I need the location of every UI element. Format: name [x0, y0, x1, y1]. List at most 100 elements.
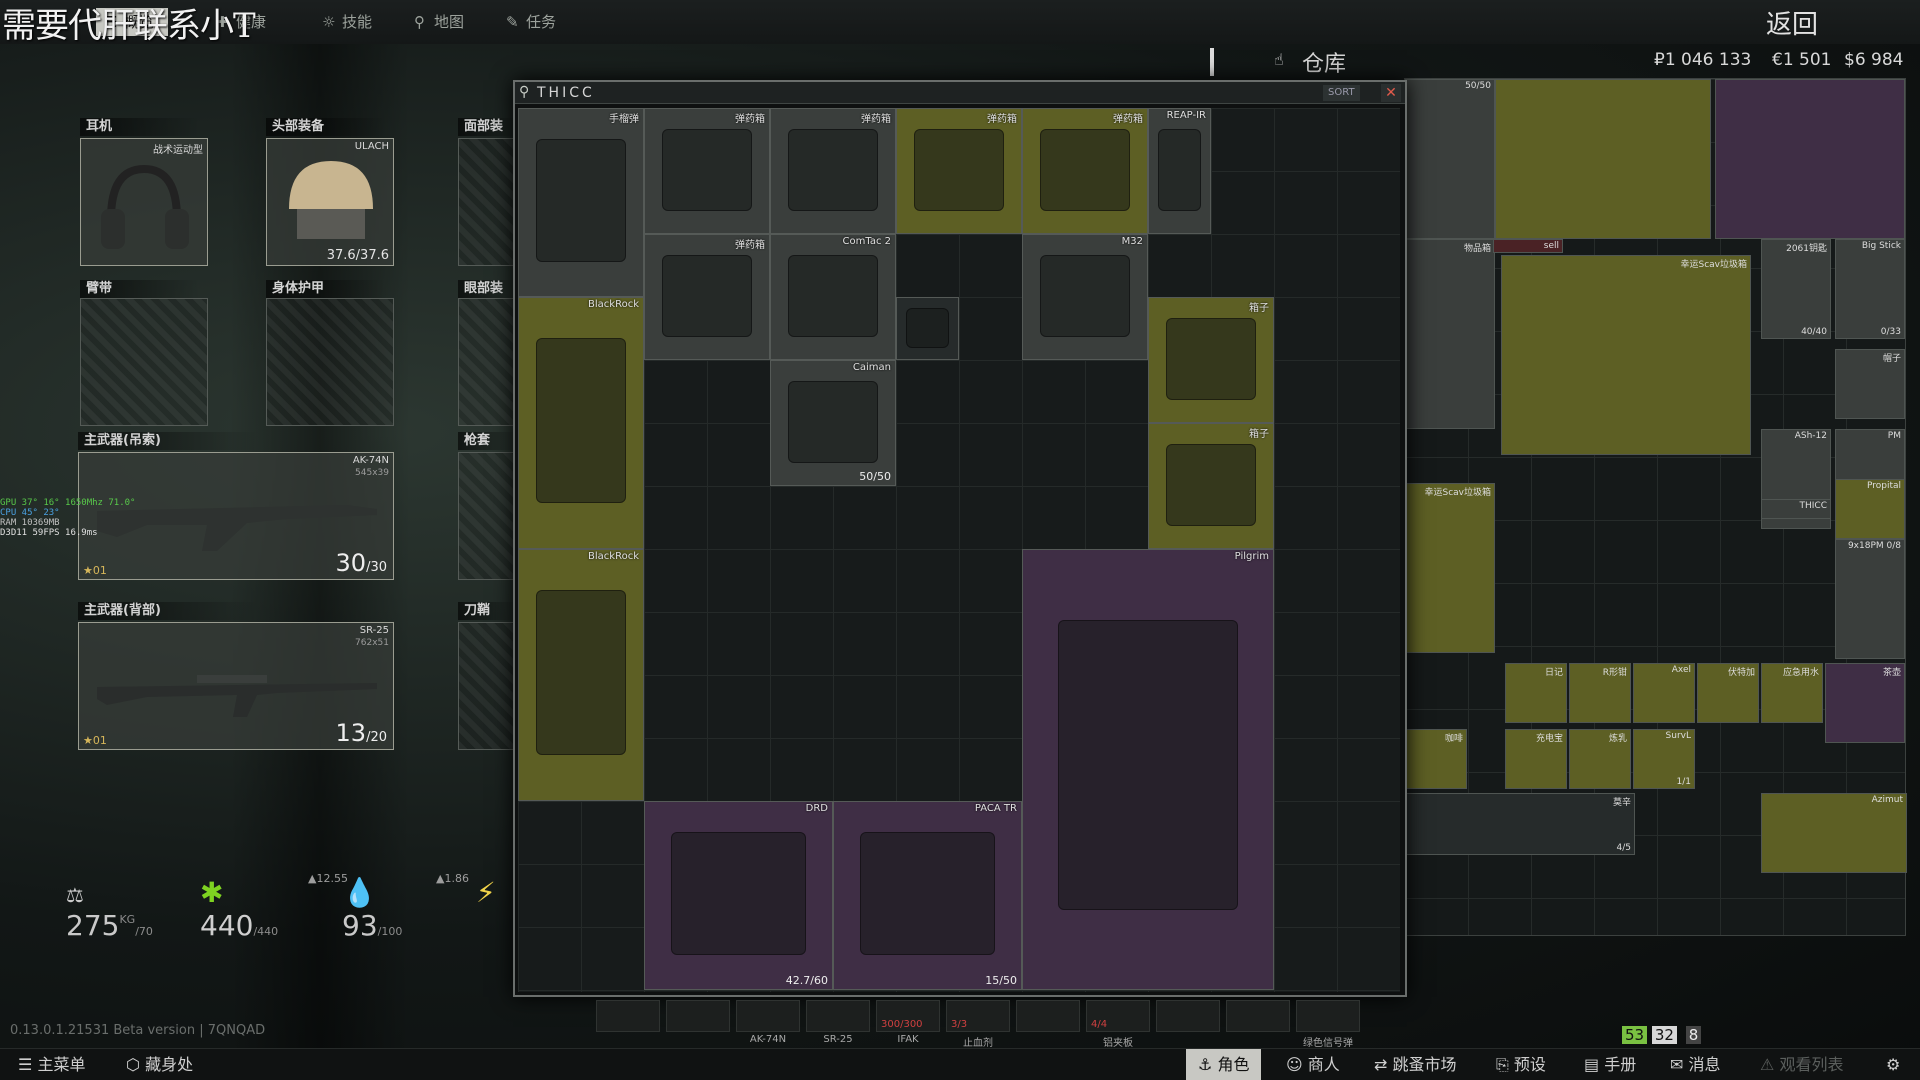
item-name: 应急用水: [1782, 668, 1819, 678]
quick-slot-8[interactable]: 4/4: [1086, 1000, 1150, 1032]
hideout-button[interactable]: ⬡ 藏身处: [126, 1049, 193, 1080]
presets-button[interactable]: ⎘ 预设: [1496, 1049, 1546, 1080]
quick-slot-7[interactable]: [1016, 1000, 1080, 1032]
stash-item[interactable]: 9x18PM 0/8: [1835, 539, 1905, 659]
armband-slot[interactable]: [80, 298, 208, 426]
tab-map[interactable]: ⚲ 地图: [412, 8, 464, 36]
stash-item[interactable]: 咖啡: [1405, 729, 1467, 789]
bottom-bar: ☰ 主菜单 ⬡ 藏身处 ⚓ 角色 ☺ 商人 ⇄ 跳蚤市场 ⎘ 预设 ▤ 手册 ✉…: [0, 1048, 1920, 1080]
stash-item[interactable]: THICC: [1761, 499, 1831, 519]
stash-item[interactable]: Big Stick 0/33: [1835, 239, 1905, 339]
quick-slot-9[interactable]: [1156, 1000, 1220, 1032]
stash-grid[interactable]: 50/50 物品箱 sell 幸运Scav垃圾箱 2061钥匙 40/40 Big Stic…: [1404, 78, 1907, 936]
container-item[interactable]: BlackRock: [518, 549, 644, 801]
quick-slot-11[interactable]: [1296, 1000, 1360, 1032]
container-item[interactable]: 弹药箱: [1022, 108, 1148, 234]
search-icon: ⚲: [519, 84, 530, 100]
stash-item[interactable]: 帽子: [1835, 349, 1905, 419]
quick-slot-3[interactable]: [736, 1000, 800, 1032]
quick-slot-5[interactable]: 300/300: [876, 1000, 940, 1032]
body-armor-slot[interactable]: [266, 298, 394, 426]
traders-button[interactable]: ☺ 商人: [1286, 1049, 1340, 1080]
quick-slot-label: 止血剂: [963, 1038, 993, 1049]
container-item[interactable]: 弹药箱: [770, 108, 896, 234]
container-item[interactable]: 弹药箱: [896, 108, 1022, 234]
container-item[interactable]: 弹药箱: [644, 108, 770, 234]
eyewear-slot[interactable]: [458, 298, 514, 426]
back-button[interactable]: 返回: [1766, 4, 1818, 41]
primary-weapon-back-slot[interactable]: SR-25 762x51 ★01 13/20: [78, 622, 394, 750]
quick-slot-1[interactable]: [596, 1000, 660, 1032]
stash-item[interactable]: sell: [1493, 239, 1563, 253]
container-item[interactable]: PACA TR 15/50: [833, 801, 1022, 990]
stash-item[interactable]: 伏特加: [1697, 663, 1759, 723]
headwear-slot[interactable]: ULACH 37.6/37.6: [266, 138, 394, 266]
stash-item[interactable]: 充电宝: [1505, 729, 1567, 789]
stash-item[interactable]: R形钳: [1569, 663, 1631, 723]
window-header[interactable]: ⚲ THICC SORT ✕: [515, 82, 1405, 104]
stash-item[interactable]: Azimut: [1761, 793, 1907, 873]
stash-item[interactable]: 50/50: [1405, 79, 1495, 239]
stash-item[interactable]: 物品箱: [1405, 239, 1495, 429]
stash-item[interactable]: 茶壶: [1825, 663, 1905, 743]
item-count: 42.7/60: [785, 974, 828, 987]
quick-slot-10[interactable]: [1226, 1000, 1290, 1032]
tab-tasks[interactable]: ✎ 任务: [504, 8, 556, 36]
handbook-button[interactable]: ▤ 手册: [1584, 1049, 1636, 1080]
scabbard-slot[interactable]: [458, 622, 514, 750]
performance-overlay: GPU 37° 16° 1650Mhz 71.0° CPU 45° 23° RA…: [0, 498, 135, 538]
facecover-slot[interactable]: [458, 138, 514, 266]
main-menu-button[interactable]: ☰ 主菜单: [18, 1049, 85, 1080]
item-count: 4/5: [1616, 843, 1631, 853]
stash-item[interactable]: 幸运Scav垃圾箱: [1405, 483, 1495, 653]
stash-item[interactable]: 应急用水: [1761, 663, 1823, 723]
stash-item[interactable]: 日记: [1505, 663, 1567, 723]
container-item[interactable]: 手榴弹: [518, 108, 644, 297]
earpiece-slot[interactable]: 战术运动型: [80, 138, 208, 266]
item-name: Big Stick: [1861, 241, 1901, 251]
badge-level: 8: [1685, 1026, 1702, 1044]
stash-item[interactable]: 幸运Scav垃圾箱: [1501, 255, 1751, 455]
quick-slot-4[interactable]: [806, 1000, 870, 1032]
settings-gear-icon[interactable]: ⚙: [1886, 1049, 1900, 1080]
stash-item[interactable]: 炼乳: [1569, 729, 1631, 789]
holster-slot[interactable]: [458, 452, 514, 580]
container-item[interactable]: 弹药箱: [644, 234, 770, 360]
quick-slot-6[interactable]: 3/3: [946, 1000, 1010, 1032]
container-item[interactable]: 箱子: [1148, 423, 1274, 549]
quick-slot-2[interactable]: [666, 1000, 730, 1032]
stash-item[interactable]: 莫辛 4/5: [1405, 793, 1635, 855]
container-item[interactable]: M32: [1022, 234, 1148, 360]
container-item[interactable]: ComTac 2: [770, 234, 896, 360]
stash-item[interactable]: SurvL 1/1: [1633, 729, 1695, 789]
character-button[interactable]: ⚓ 角色: [1186, 1049, 1262, 1080]
stash-item[interactable]: Propital: [1835, 479, 1905, 539]
watchlist-button[interactable]: ⚠ 观看列表: [1760, 1049, 1843, 1080]
sort-button[interactable]: SORT: [1323, 85, 1360, 101]
top-nav-bar: ☰ 概览 ✚ 健康 ☼ 技能 ⚲ 地图 ✎ 任务 返回: [0, 0, 1920, 44]
tab-skills[interactable]: ☼ 技能: [320, 8, 372, 36]
stash-item[interactable]: Axel: [1633, 663, 1695, 723]
messages-button[interactable]: ✉ 消息: [1670, 1049, 1721, 1080]
container-grid[interactable]: 手榴弹 弹药箱 弹药箱 弹药箱 弹药箱 REAP-IR 弹药箱 ComTac 2 M32 箱子 Bl…: [518, 108, 1400, 992]
container-window[interactable]: ⚲ THICC SORT ✕ 手榴弹 弹药箱 弹药箱 弹药箱 弹药箱 REAP-IR 弹药箱…: [513, 80, 1407, 997]
perf-gpu: GPU 37° 16° 1650Mhz 71.0°: [0, 498, 136, 508]
stash-item[interactable]: [1495, 79, 1711, 239]
container-item[interactable]: Caiman 50/50: [770, 360, 896, 486]
armband-label: 臂带: [80, 280, 200, 298]
close-icon[interactable]: ✕: [1381, 84, 1401, 102]
flea-market-button[interactable]: ⇄ 跳蚤市场: [1374, 1049, 1457, 1080]
stash-item[interactable]: 2061钥匙 40/40: [1761, 239, 1831, 339]
item-icon: [1040, 254, 1130, 337]
headwear-item-name: ULACH: [354, 141, 389, 152]
stash-item[interactable]: [1715, 79, 1905, 239]
item-icon: [1157, 128, 1202, 211]
water-drop-icon: 💧: [342, 876, 377, 909]
container-item[interactable]: [896, 297, 959, 360]
container-item[interactable]: BlackRock: [518, 297, 644, 549]
container-item[interactable]: DRD 42.7/60: [644, 801, 833, 990]
earpiece-label: 耳机: [80, 118, 200, 136]
container-item[interactable]: REAP-IR: [1148, 108, 1211, 234]
container-item[interactable]: 箱子: [1148, 297, 1274, 423]
container-item[interactable]: Pilgrim: [1022, 549, 1274, 990]
